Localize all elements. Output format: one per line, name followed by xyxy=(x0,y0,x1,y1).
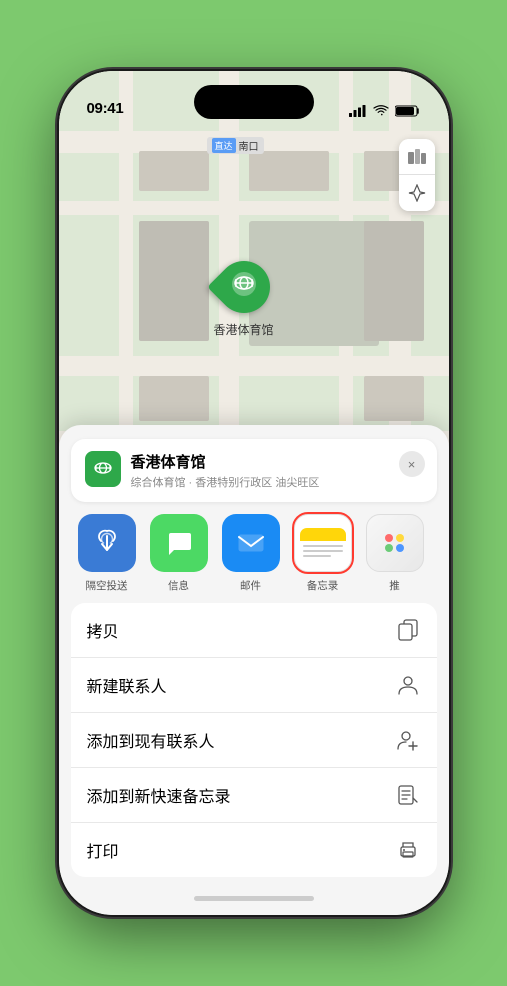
notes-icon xyxy=(294,514,352,572)
action-add-to-contact[interactable]: 添加到现有联系人 xyxy=(71,713,437,768)
add-contact-label: 添加到现有联系人 xyxy=(87,728,215,752)
stadium-pin[interactable]: 香港体育馆 xyxy=(214,261,274,338)
wifi-icon xyxy=(373,105,389,117)
action-print[interactable]: 打印 xyxy=(71,823,437,877)
print-label: 打印 xyxy=(87,838,119,862)
status-icons xyxy=(349,105,421,117)
share-item-message[interactable]: 信息 xyxy=(143,514,215,593)
message-label: 信息 xyxy=(168,578,189,593)
share-item-airdrop[interactable]: 隔空投送 xyxy=(71,514,143,593)
location-card: 香港体育馆 综合体育馆 · 香港特别行政区 油尖旺区 × xyxy=(71,439,437,502)
person-icon xyxy=(395,672,421,698)
new-contact-label: 新建联系人 xyxy=(87,673,167,697)
home-bar xyxy=(194,896,314,901)
quick-note-label: 添加到新快速备忘录 xyxy=(87,783,231,807)
map-controls xyxy=(399,139,435,211)
note-icon xyxy=(395,782,421,808)
phone-frame: 直达 南口 xyxy=(59,71,449,915)
battery-icon xyxy=(395,105,421,117)
mail-label: 邮件 xyxy=(240,578,261,593)
share-item-mail[interactable]: 邮件 xyxy=(215,514,287,593)
copy-label: 拷贝 xyxy=(87,618,119,642)
print-icon xyxy=(395,837,421,863)
bottom-sheet: 香港体育馆 综合体育馆 · 香港特别行政区 油尖旺区 × xyxy=(59,425,449,915)
share-item-notes[interactable]: 备忘录 xyxy=(287,514,359,593)
location-subtitle: 综合体育馆 · 香港特别行政区 油尖旺区 xyxy=(131,474,423,490)
share-actions-row: 隔空投送 信息 xyxy=(59,510,449,603)
airdrop-label: 隔空投送 xyxy=(86,578,128,593)
airdrop-icon xyxy=(78,514,136,572)
home-indicator xyxy=(59,885,449,911)
more-label: 推 xyxy=(389,578,400,593)
phone-screen: 直达 南口 xyxy=(59,71,449,915)
signal-icon xyxy=(349,105,367,117)
action-copy[interactable]: 拷贝 xyxy=(71,603,437,658)
dynamic-island xyxy=(194,85,314,119)
pin-label: 香港体育馆 xyxy=(214,321,274,338)
mail-icon xyxy=(222,514,280,572)
map-label: 直达 南口 xyxy=(207,137,264,154)
notes-label: 备忘录 xyxy=(307,578,339,593)
more-icon xyxy=(366,514,424,572)
location-info: 香港体育馆 综合体育馆 · 香港特别行政区 油尖旺区 xyxy=(131,451,423,490)
close-button[interactable]: × xyxy=(399,451,425,477)
location-button[interactable] xyxy=(399,175,435,211)
location-name: 香港体育馆 xyxy=(131,451,423,472)
action-list: 拷贝 新建联系人 xyxy=(71,603,437,877)
action-quick-note[interactable]: 添加到新快速备忘录 xyxy=(71,768,437,823)
message-icon xyxy=(150,514,208,572)
map-type-button[interactable] xyxy=(399,139,435,175)
location-icon xyxy=(85,451,121,487)
share-item-more[interactable]: 推 xyxy=(359,514,431,593)
copy-icon xyxy=(395,617,421,643)
status-time: 09:41 xyxy=(87,100,124,117)
action-new-contact[interactable]: 新建联系人 xyxy=(71,658,437,713)
person-add-icon xyxy=(395,727,421,753)
